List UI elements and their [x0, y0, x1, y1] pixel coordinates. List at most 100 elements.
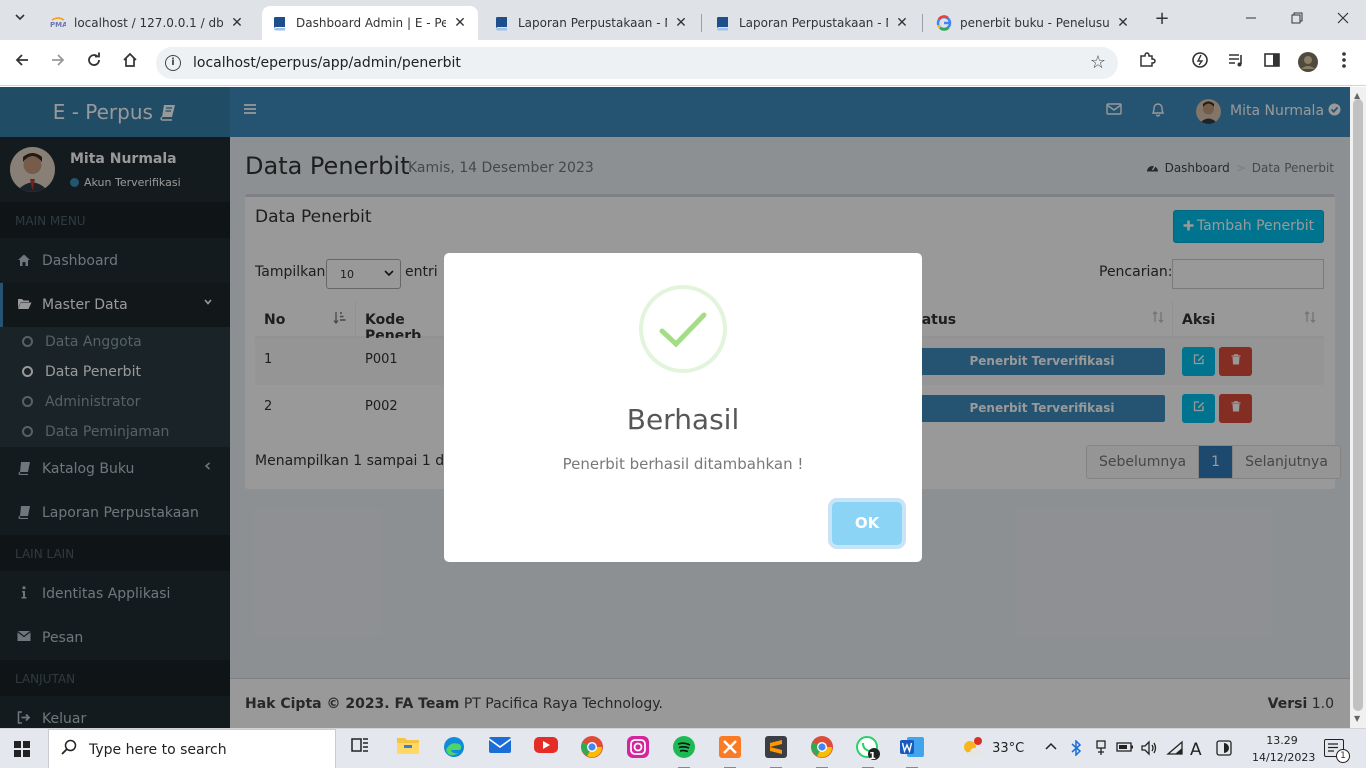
- profile-avatar-icon: [1298, 52, 1318, 72]
- chrome-icon[interactable]: [578, 735, 606, 763]
- taskbar-clock[interactable]: 13.29 14/12/2023: [1252, 732, 1316, 766]
- clock-time: 13.29: [1266, 734, 1298, 747]
- close-window-button[interactable]: [1320, 0, 1366, 40]
- taskbar-search-placeholder: Type here to search: [89, 742, 227, 758]
- focus-assist-icon[interactable]: [1216, 740, 1232, 760]
- browser-tab-dashboard[interactable]: Dashboard Admin | E - Perpu ✕: [262, 6, 478, 40]
- youtube-icon[interactable]: [532, 735, 560, 763]
- browser-menu-button[interactable]: [1332, 51, 1356, 75]
- puzzle-icon: [1140, 52, 1156, 67]
- scroll-down-icon[interactable]: ▼: [1354, 714, 1360, 723]
- close-tab-icon[interactable]: ✕: [1115, 15, 1131, 31]
- side-panel-button[interactable]: [1260, 51, 1284, 75]
- browser-tab-google[interactable]: penerbit buku - Penelusuran ✕: [926, 6, 1141, 40]
- close-tab-icon[interactable]: ✕: [452, 15, 468, 31]
- whatsapp-badge: 1: [869, 751, 876, 762]
- home-icon: [123, 52, 137, 67]
- weather-widget[interactable]: 33°C: [960, 736, 1024, 760]
- minimize-button[interactable]: [1228, 0, 1274, 40]
- browser-tab-laporan-2[interactable]: Laporan Perpustakaan - Nan ✕: [705, 6, 920, 40]
- ok-button[interactable]: OK: [832, 502, 902, 545]
- edge-icon[interactable]: [440, 735, 468, 763]
- windows-start-icon[interactable]: [14, 741, 30, 757]
- weather-temperature: 33°C: [992, 740, 1025, 756]
- whatsapp-icon[interactable]: 1: [854, 735, 882, 768]
- spotify-icon[interactable]: [670, 735, 698, 768]
- usb-icon[interactable]: [1094, 740, 1108, 760]
- chevron-down-icon: [15, 14, 25, 21]
- tab-title: penerbit buku - Penelusuran: [960, 16, 1109, 30]
- notification-center-icon[interactable]: 1: [1324, 739, 1350, 763]
- restore-icon: [1291, 12, 1303, 24]
- performance-button[interactable]: [1188, 51, 1212, 75]
- more-vertical-icon: [1342, 52, 1346, 68]
- tab-title: localhost / 127.0.0.1 / db_pe: [74, 16, 223, 30]
- forward-button[interactable]: [46, 51, 70, 75]
- book-icon: [272, 15, 288, 31]
- restore-button[interactable]: [1274, 0, 1320, 40]
- tab-title: Laporan Perpustakaan - Nan: [739, 16, 888, 30]
- windows-taskbar: Type here to search 1 33°C A 13.29 14/12…: [0, 728, 1366, 768]
- tab-search-button[interactable]: [8, 8, 32, 32]
- new-tab-button[interactable]: +: [1150, 8, 1174, 32]
- google-icon: [936, 15, 952, 31]
- xampp-icon[interactable]: [716, 735, 744, 768]
- speedometer-icon: [1192, 52, 1208, 68]
- media-control-button[interactable]: [1224, 51, 1248, 75]
- browser-tab-phpmyadmin[interactable]: PMA localhost / 127.0.0.1 / db_pe ✕: [40, 6, 255, 40]
- volume-icon[interactable]: [1140, 740, 1158, 760]
- phpmyadmin-icon: PMA: [50, 15, 66, 31]
- notification-count: 1: [1336, 749, 1350, 763]
- tray-overflow-chevron[interactable]: [1044, 740, 1058, 755]
- chrome-active-icon[interactable]: [808, 735, 836, 768]
- dialog-title: Berhasil: [626, 403, 740, 436]
- weather-sun-cloud-icon: [964, 737, 984, 758]
- word-icon[interactable]: [898, 735, 926, 768]
- extensions-button[interactable]: [1135, 51, 1159, 75]
- battery-icon[interactable]: [1116, 740, 1134, 758]
- mail-icon[interactable]: [486, 735, 514, 763]
- taskbar-search-box[interactable]: Type here to search: [48, 729, 336, 768]
- close-tab-icon[interactable]: ✕: [673, 15, 689, 31]
- browser-tab-laporan-1[interactable]: Laporan Perpustakaan - Nan ✕: [484, 6, 699, 40]
- input-language-icon[interactable]: A: [1190, 740, 1202, 760]
- browser-tab-bar: PMA localhost / 127.0.0.1 / db_pe ✕ Dash…: [0, 0, 1366, 40]
- minimize-icon: [1246, 17, 1256, 19]
- profile-button[interactable]: [1296, 51, 1320, 75]
- home-button[interactable]: [118, 51, 142, 75]
- close-tab-icon[interactable]: ✕: [894, 15, 910, 31]
- book-icon: [494, 15, 510, 31]
- close-icon: [1337, 12, 1349, 24]
- page-scrollbar[interactable]: ▲ ▼: [1350, 87, 1366, 728]
- task-view-icon[interactable]: [346, 735, 374, 763]
- app-viewport: E - Perpus Mita Nurmala Mita Nurmala Aku…: [0, 87, 1366, 728]
- book-icon: [715, 15, 731, 31]
- tab-divider: [701, 14, 702, 32]
- arrow-right-icon: [52, 54, 65, 66]
- scrollbar-thumb[interactable]: [1353, 99, 1363, 711]
- reload-button[interactable]: [82, 51, 106, 75]
- site-info-icon[interactable]: i: [165, 55, 181, 71]
- reload-icon: [88, 52, 100, 66]
- url-text: localhost/eperpus/app/admin/penerbit: [193, 55, 461, 71]
- dialog-message: Penerbit berhasil ditambahkan !: [562, 455, 804, 473]
- side-panel-icon: [1264, 53, 1280, 67]
- address-bar[interactable]: i localhost/eperpus/app/admin/penerbit ☆: [156, 47, 1118, 79]
- instagram-icon[interactable]: [624, 735, 652, 763]
- bookmark-star-icon[interactable]: ☆: [1090, 52, 1106, 73]
- close-tab-icon[interactable]: ✕: [229, 15, 245, 31]
- file-explorer-icon[interactable]: [394, 735, 422, 763]
- success-dialog: Berhasil Penerbit berhasil ditambahkan !…: [444, 253, 922, 562]
- bluetooth-icon[interactable]: [1070, 739, 1082, 760]
- back-button[interactable]: [10, 51, 34, 75]
- clock-date: 14/12/2023: [1252, 751, 1316, 764]
- wifi-icon[interactable]: [1166, 740, 1184, 760]
- search-icon: [61, 739, 77, 759]
- tab-title: Dashboard Admin | E - Perpu: [296, 16, 446, 30]
- success-check-icon: [639, 285, 727, 373]
- sublime-text-icon[interactable]: [762, 735, 790, 768]
- browser-toolbar: i localhost/eperpus/app/admin/penerbit ☆: [0, 40, 1366, 86]
- tab-title: Laporan Perpustakaan - Nan: [518, 16, 667, 30]
- playlist-icon: [1229, 54, 1242, 67]
- svg-text:PMA: PMA: [50, 21, 66, 29]
